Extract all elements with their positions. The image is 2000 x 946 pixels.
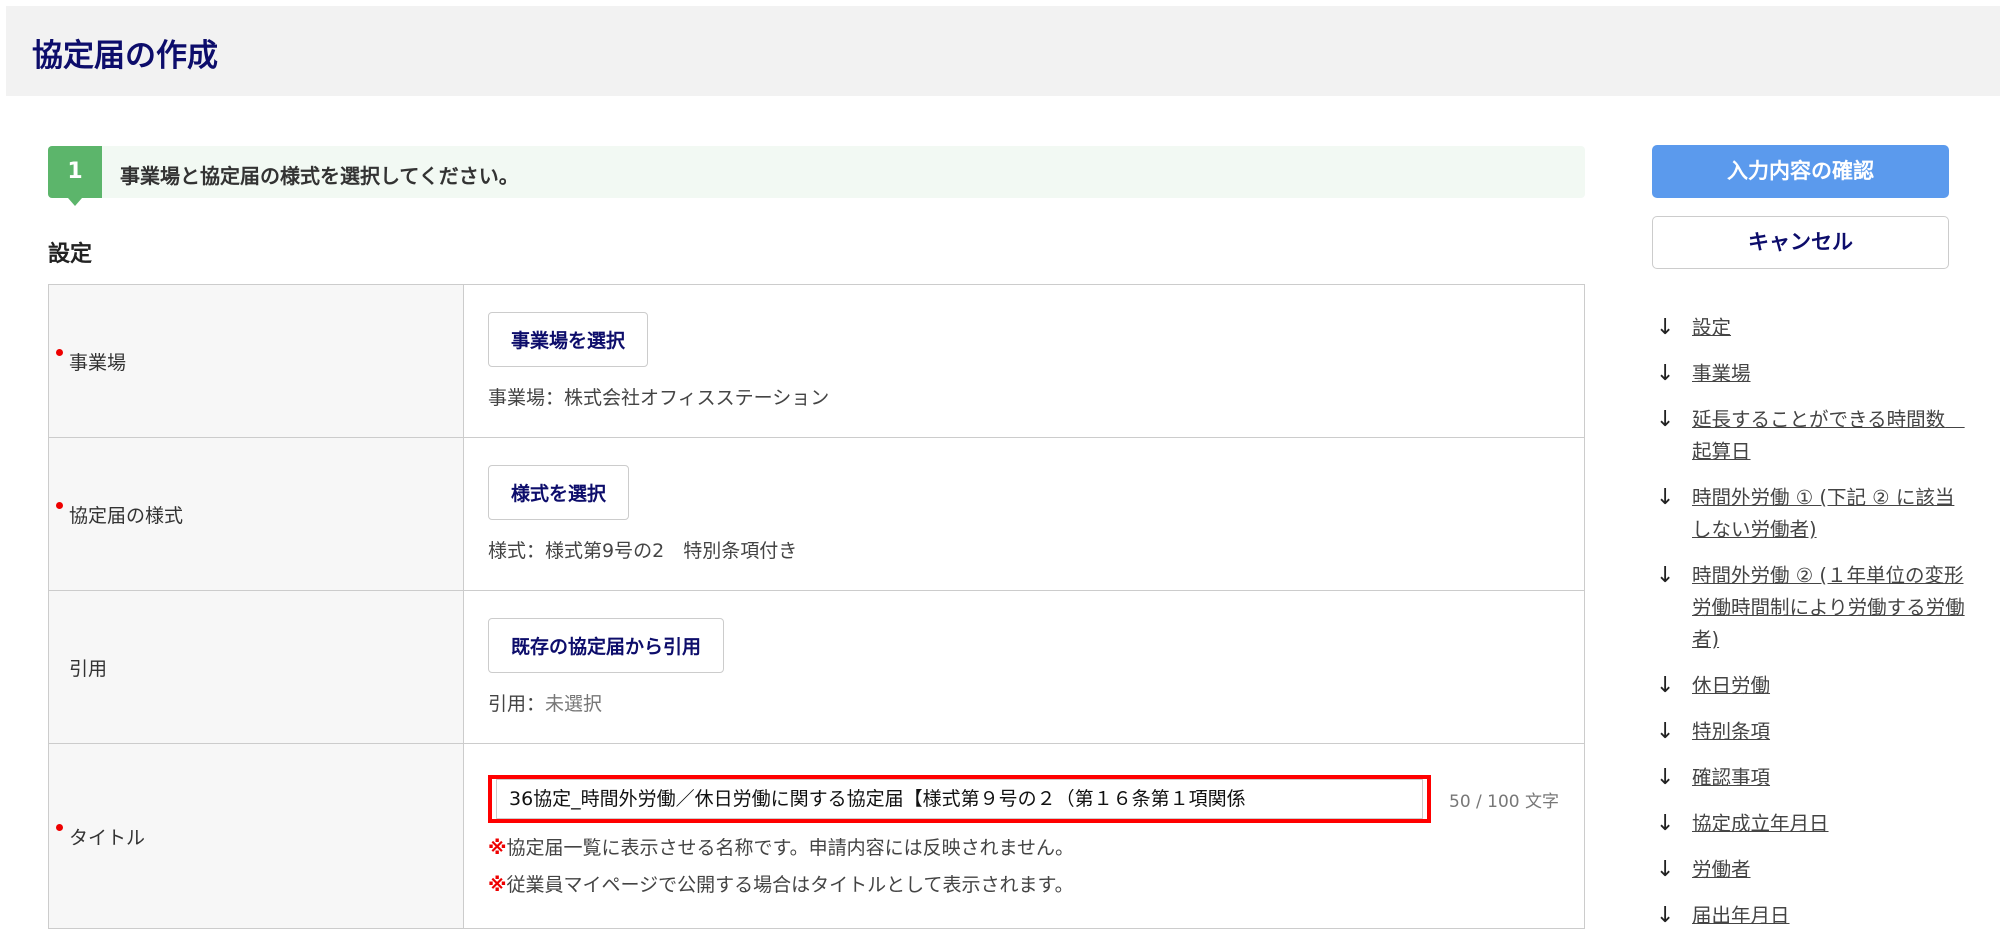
- table-row: タイトル 36協定_時間外労働／休日労働に関する協定届【様式第９号の２（第１６条…: [48, 743, 1585, 929]
- arrow-down-icon: ↓: [1656, 903, 1675, 928]
- row-label: 引用: [69, 657, 108, 680]
- info-label: 様式：: [488, 540, 546, 562]
- note-text: 従業員マイページで公開する場合はタイトルとして表示されます。: [506, 874, 1074, 896]
- arrow-down-icon: ↓: [1656, 765, 1675, 790]
- arrow-down-icon: ↓: [1656, 485, 1675, 510]
- nav-link[interactable]: 労働者: [1692, 854, 1751, 886]
- section-nav: ↓ 設定 ↓ 事業場 ↓ 延長することができる時間数 起算日 ↓ 時間外労働 ① (下記 ② …: [1656, 312, 1966, 946]
- cancel-button[interactable]: キャンセル: [1652, 216, 1949, 269]
- confirm-button[interactable]: 入力内容の確認: [1652, 145, 1949, 198]
- nav-link[interactable]: 延長することができる時間数 起算日: [1692, 404, 1966, 468]
- nav-item[interactable]: ↓ 延長することができる時間数 起算日: [1656, 404, 1966, 468]
- info-value: 未選択: [545, 693, 603, 715]
- arrow-down-icon: ↓: [1656, 407, 1675, 432]
- table-row: 協定届の様式 様式を選択様式：様式第9号の2 特別条項付き: [48, 437, 1585, 591]
- arrow-down-icon: ↓: [1656, 563, 1675, 588]
- nav-link[interactable]: 設定: [1692, 312, 1731, 344]
- nav-item[interactable]: ↓ 確認事項: [1656, 762, 1966, 794]
- nav-item[interactable]: ↓ 時間外労働 ② (１年単位の変形労働時間制により労働する労働者): [1656, 560, 1966, 656]
- info-value: 株式会社オフィスステーション: [564, 387, 830, 409]
- required-dot: [56, 824, 63, 831]
- nav-item[interactable]: ↓ 時間外労働 ① (下記 ② に該当しない労働者): [1656, 482, 1966, 546]
- page-header: 協定届の作成: [6, 6, 2000, 96]
- nav-item[interactable]: ↓ 届出年月日: [1656, 900, 1966, 932]
- arrow-down-icon: ↓: [1656, 315, 1675, 340]
- row-label: タイトル: [69, 826, 146, 849]
- nav-item[interactable]: ↓ 休日労働: [1656, 670, 1966, 702]
- nav-link[interactable]: 協定成立年月日: [1692, 808, 1829, 840]
- nav-link[interactable]: 確認事項: [1692, 762, 1770, 794]
- arrow-down-icon: ↓: [1656, 811, 1675, 836]
- step-number: 1: [48, 146, 102, 206]
- arrow-down-icon: ↓: [1656, 361, 1675, 386]
- nav-link[interactable]: 休日労働: [1692, 670, 1770, 702]
- page-title: 協定届の作成: [32, 38, 218, 74]
- info-label: 事業場：: [488, 387, 565, 409]
- arrow-down-icon: ↓: [1656, 673, 1675, 698]
- table-row: 事業場 事業場を選択事業場：株式会社オフィスステーション: [48, 284, 1585, 438]
- row-label: 協定届の様式: [69, 504, 184, 527]
- nav-item[interactable]: ↓ 労働者: [1656, 854, 1966, 886]
- row-label: 事業場: [69, 351, 127, 374]
- settings-table: 事業場 事業場を選択事業場：株式会社オフィスステーション 協定届の様式 様式を選…: [48, 284, 1585, 929]
- nav-item[interactable]: ↓ 設定: [1656, 312, 1966, 344]
- info-value: 様式第9号の2 特別条項付き: [545, 540, 798, 562]
- arrow-down-icon: ↓: [1656, 719, 1675, 744]
- required-dot: [56, 502, 63, 509]
- step-text: 事業場と協定届の様式を選択してください。: [120, 164, 519, 188]
- note-mark: ※: [488, 874, 507, 896]
- quote-existing-button[interactable]: 既存の協定届から引用: [488, 618, 725, 673]
- nav-link[interactable]: 届出年月日: [1692, 900, 1790, 932]
- note-text: 協定届一覧に表示させる名称です。申請内容には反映されません。: [506, 837, 1075, 859]
- nav-item[interactable]: ↓ 事業場: [1656, 358, 1966, 390]
- table-row: 引用 既存の協定届から引用引用：未選択: [48, 590, 1585, 744]
- info-label: 引用：: [488, 693, 546, 715]
- note-mark: ※: [488, 837, 507, 859]
- nav-link[interactable]: 事業場: [1692, 358, 1751, 390]
- char-count: 50 / 100 文字: [1449, 791, 1560, 812]
- title-input-highlight: 36協定_時間外労働／休日労働に関する協定届【様式第９号の２（第１６条第１項関係: [488, 775, 1431, 823]
- nav-item[interactable]: ↓ 特別条項: [1656, 716, 1966, 748]
- nav-link[interactable]: 特別条項: [1692, 716, 1770, 748]
- nav-item[interactable]: ↓ 協定成立年月日: [1656, 808, 1966, 840]
- title-input[interactable]: 36協定_時間外労働／休日労働に関する協定届【様式第９号の２（第１６条第１項関係: [496, 779, 1423, 819]
- select-format-button[interactable]: 様式を選択: [488, 465, 630, 520]
- arrow-down-icon: ↓: [1656, 857, 1675, 882]
- nav-link[interactable]: 時間外労働 ① (下記 ② に該当しない労働者): [1692, 482, 1966, 546]
- section-title: 設定: [48, 242, 93, 267]
- select-workplace-button[interactable]: 事業場を選択: [488, 312, 649, 367]
- step-banner: 1 事業場と協定届の様式を選択してください。: [48, 146, 1585, 206]
- required-dot: [56, 349, 63, 356]
- nav-link[interactable]: 時間外労働 ② (１年単位の変形労働時間制により労働する労働者): [1692, 560, 1966, 656]
